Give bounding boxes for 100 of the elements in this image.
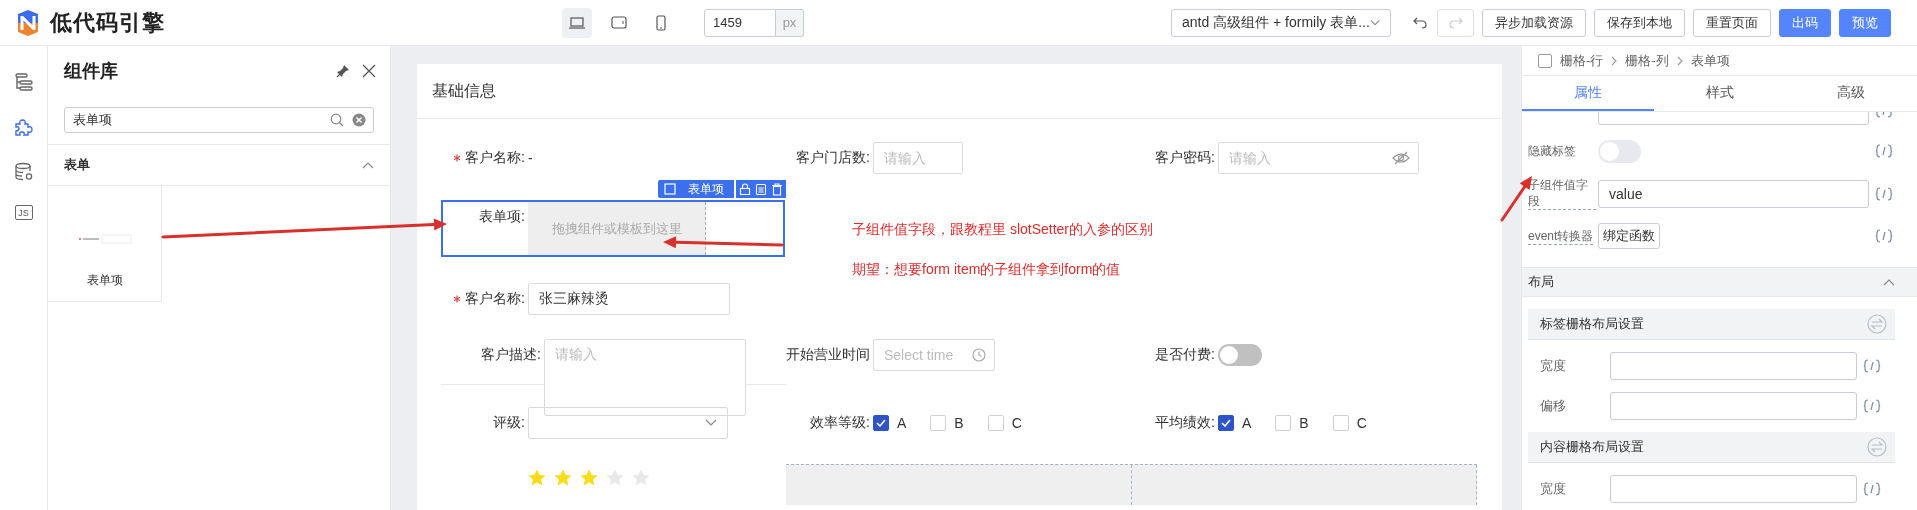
clock-icon — [972, 348, 986, 362]
search-icon[interactable] — [330, 113, 344, 127]
star-icon[interactable] — [528, 469, 546, 486]
code-button[interactable]: JS — [14, 205, 33, 220]
property-field[interactable]: value — [1598, 179, 1869, 208]
code-icon[interactable] — [1875, 186, 1893, 201]
lock-icon[interactable] — [739, 183, 751, 195]
tab[interactable]: 样式 — [1653, 76, 1786, 111]
code-icon[interactable] — [1875, 229, 1893, 243]
app-title: 低代码引擎 — [50, 8, 165, 37]
field-label: 客户名称: — [465, 290, 525, 308]
database-icon — [13, 162, 34, 182]
device-button[interactable] — [562, 7, 592, 38]
breadcrumb-item[interactable]: 栅格-列 — [1625, 51, 1669, 70]
property-label: 宽度 — [1540, 480, 1566, 498]
field-value: - — [528, 150, 533, 166]
checkbox-label: B — [1299, 415, 1309, 431]
field-label: 是否付费: — [1155, 346, 1215, 364]
checkbox-label: A — [897, 415, 907, 431]
time-picker[interactable]: Select time — [873, 339, 995, 371]
trash-icon[interactable] — [771, 182, 783, 196]
toolbar-button[interactable]: 保存到本地 — [1594, 8, 1685, 37]
toolbar-button[interactable]: 重置页面 — [1693, 8, 1771, 37]
bind-function-button[interactable]: 绑定函数 — [1598, 223, 1660, 249]
checkbox[interactable] — [1218, 415, 1234, 431]
laptop-icon — [569, 16, 585, 29]
search-field[interactable]: 表单项 — [64, 107, 374, 133]
checkbox-icon — [1538, 53, 1552, 68]
tablet-icon — [611, 16, 627, 29]
card-label: 表单项 — [86, 272, 123, 289]
field-label: 开始营业时间 — [786, 346, 870, 364]
redo-icon — [1448, 16, 1463, 29]
category-title: 表单 — [64, 156, 90, 174]
star-icon[interactable] — [554, 469, 572, 486]
component-card[interactable]: 表单项 — [48, 186, 162, 302]
tag-label: 表单项 — [688, 180, 724, 198]
close-icon[interactable] — [362, 64, 376, 78]
tab[interactable]: 高级 — [1785, 76, 1917, 111]
password-field[interactable]: 请输入 — [1218, 142, 1419, 174]
check-icon — [876, 419, 886, 427]
text-field[interactable]: 张三麻辣烫 — [528, 283, 730, 315]
text-area[interactable]: 请输入 — [544, 339, 746, 416]
preset-select[interactable]: antd 高级组件 + formily 表单... — [1171, 8, 1391, 37]
group-title: 标签栅格布局设置 — [1540, 315, 1644, 333]
eye-off-icon[interactable] — [1392, 151, 1410, 165]
panel-title: 组件库 — [64, 60, 119, 83]
field-label: 表单项: — [479, 208, 525, 226]
pin-icon[interactable] — [336, 64, 350, 78]
property-label: 隐藏标签 — [1528, 142, 1576, 160]
checkbox-label: C — [1356, 415, 1367, 431]
field-label: 评级: — [493, 414, 525, 432]
form-thumbnail-drawing — [77, 234, 132, 244]
width-field[interactable]: 1459 — [704, 8, 776, 37]
toggle-switch[interactable] — [1218, 344, 1262, 366]
code-icon[interactable] — [1875, 144, 1893, 158]
form-item-slot[interactable]: 表单项: 拖拽组件或模板到这里 — [441, 200, 785, 257]
checkbox[interactable] — [873, 415, 889, 431]
category-header[interactable]: 表单 — [48, 144, 390, 186]
field-label: 客户门店数: — [796, 149, 870, 167]
breadcrumb-item[interactable]: 栅格-行 — [1560, 51, 1604, 70]
swap-icon[interactable] — [1867, 314, 1887, 334]
caret-icon — [705, 419, 717, 427]
field-label: 平均绩效: — [1155, 414, 1215, 432]
property-field[interactable] — [1610, 475, 1857, 503]
caret-icon — [1369, 18, 1380, 27]
property-label: 宽度 — [1540, 357, 1566, 375]
code-icon[interactable] — [1863, 359, 1881, 373]
caret-icon — [362, 161, 374, 169]
section-header[interactable]: 布局 — [1522, 267, 1917, 297]
breadcrumb-item[interactable]: 表单项 — [1690, 51, 1730, 70]
check-icon — [1221, 419, 1231, 427]
field-label: 客户描述: — [481, 346, 541, 364]
unit-label: px — [776, 8, 804, 37]
outline-icon — [13, 72, 34, 92]
star-icon[interactable] — [580, 469, 598, 486]
copy-icon[interactable] — [755, 182, 767, 196]
text-field[interactable]: 请输入 — [873, 142, 963, 174]
field-label: 客户名称: — [465, 149, 525, 167]
group-title: 内容栅格布局设置 — [1540, 438, 1644, 456]
code-icon[interactable] — [1863, 399, 1881, 413]
select-field[interactable] — [528, 407, 728, 439]
field-label: 效率等级: — [810, 414, 870, 432]
component-tag[interactable]: 表单项 — [658, 180, 734, 198]
chevron-right-icon — [1611, 55, 1618, 66]
checkbox-label: A — [1242, 415, 1252, 431]
undo-icon — [1413, 16, 1427, 29]
checkbox-label: C — [1011, 415, 1022, 431]
clear-icon[interactable] — [352, 113, 366, 127]
card-title: 基础信息 — [432, 80, 496, 101]
code-icon[interactable] — [1863, 482, 1881, 496]
toolbar-button[interactable]: 异步加载资源 — [1482, 8, 1586, 37]
logo-icon — [16, 9, 40, 36]
swap-icon[interactable] — [1867, 437, 1887, 457]
property-field[interactable] — [1610, 392, 1857, 420]
field-label: 客户密码: — [1155, 149, 1215, 167]
square-icon — [664, 183, 676, 195]
annotation-text: 子组件值字段，跟教程里 slotSetter的入参的区别 — [852, 221, 1154, 239]
chevron-right-icon — [1676, 55, 1683, 66]
property-field[interactable] — [1610, 352, 1857, 380]
required-icon — [453, 295, 462, 303]
